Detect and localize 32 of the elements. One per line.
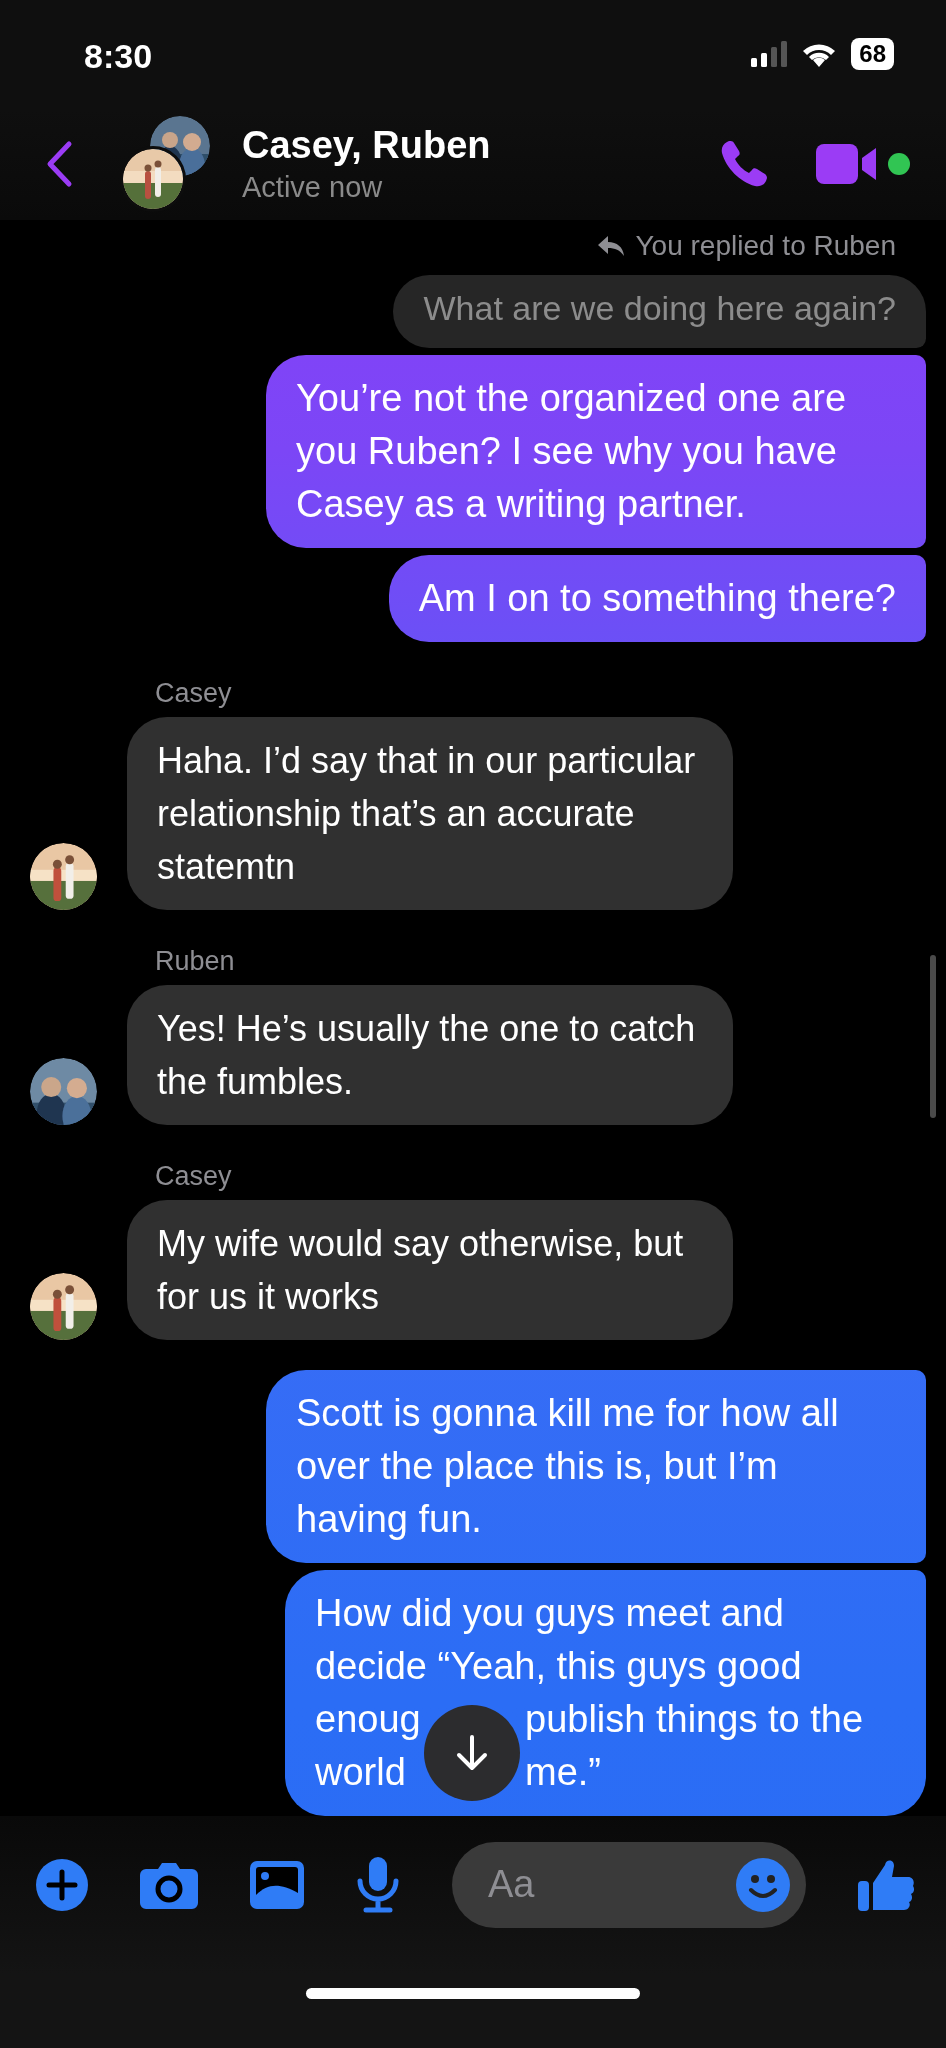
sent-message-bubble: Am I on to something there?	[388, 554, 926, 642]
reply-note: You replied to Ruben	[635, 229, 896, 262]
microphone-icon[interactable]	[356, 1856, 400, 1913]
received-message-bubble: Haha. I’d say that in our particular relationship that’s an accurate statemtn	[127, 716, 733, 910]
signal-icon	[751, 41, 788, 68]
sent-message-bubble: You’re not the organized one are you Ruben? I see why you have Casey as a writing partner.	[266, 354, 926, 548]
message-text: decide “Yeah, this guys good	[315, 1643, 802, 1689]
message-text: publish things to the	[525, 1696, 863, 1742]
emoji-icon[interactable]	[736, 1857, 790, 1912]
sent-message-bubble: Scott is gonna kill me for how all over the place this is, but I’m having fun.	[266, 1369, 926, 1563]
camera-icon[interactable]	[140, 1860, 198, 1909]
message-text: enoug	[315, 1696, 421, 1742]
message-text: How did you guys meet and	[315, 1590, 784, 1636]
reply-icon	[597, 234, 626, 257]
received-message-bubble: My wife would say otherwise, but for us it works	[127, 1199, 733, 1340]
battery-indicator: 68	[851, 38, 894, 71]
image-icon[interactable]	[250, 1860, 304, 1909]
received-message-bubble: Yes! He’s usually the one to catch the fumbles.	[127, 984, 733, 1125]
message-text: me.”	[525, 1749, 601, 1795]
sender-name: Ruben	[155, 945, 236, 977]
sender-name: Casey	[155, 1160, 233, 1192]
message-input[interactable]: Aa	[486, 1862, 736, 1908]
video-camera-icon[interactable]	[816, 142, 878, 187]
sender-name: Casey	[155, 677, 233, 709]
message-field[interactable]: Aa	[452, 1841, 806, 1928]
replied-message-bubble: What are we doing here again?	[393, 274, 926, 348]
active-status: Active now	[242, 171, 384, 205]
message-text: world	[315, 1749, 406, 1795]
status-time: 8:30	[84, 36, 153, 76]
down-arrow-icon	[455, 1733, 489, 1772]
conversation-title: Casey, Ruben	[242, 124, 492, 168]
plus-icon[interactable]	[36, 1858, 88, 1911]
